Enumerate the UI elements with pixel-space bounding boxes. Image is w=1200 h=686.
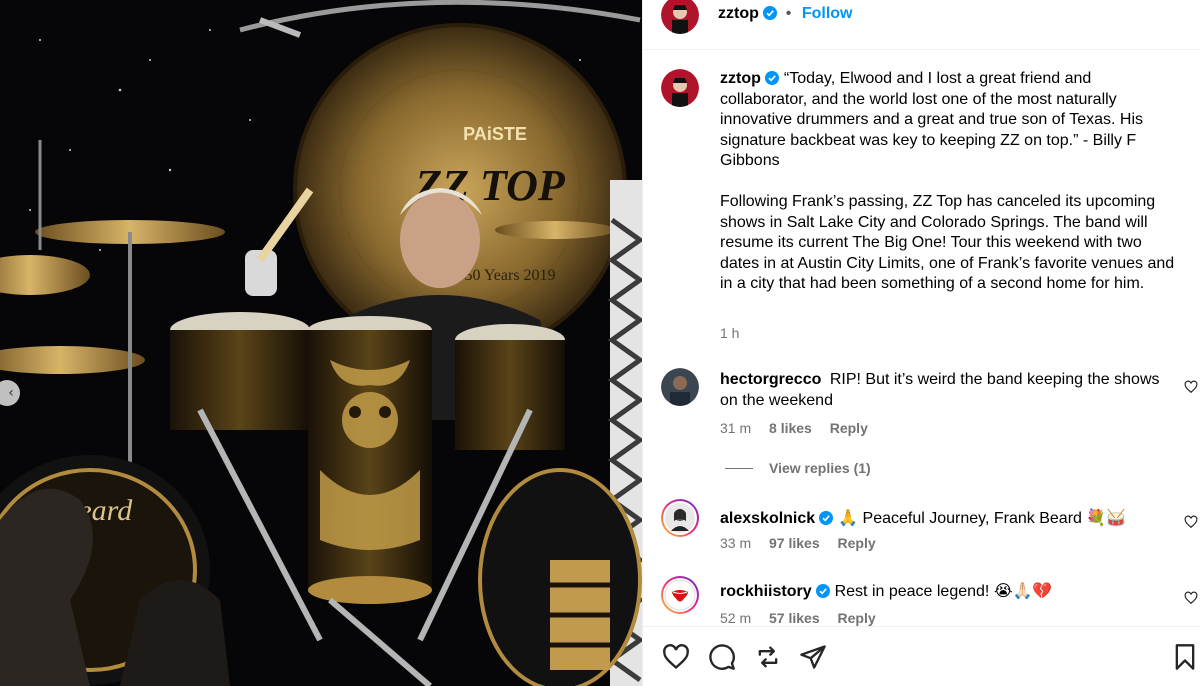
author-username[interactable]: zztop	[718, 5, 759, 22]
drummer-photo-illustration: PAiSTE ZZ TOP 50 Years 2019 Beard	[0, 0, 642, 686]
comments-scroll[interactable]: zztop “Today, Elwood and I lost a great f…	[643, 51, 1200, 626]
reply-button[interactable]: Reply	[838, 535, 876, 551]
commenter-avatar[interactable]	[661, 576, 699, 614]
verified-icon	[819, 511, 834, 525]
post-header: zztop • Follow	[643, 0, 1200, 50]
caption-username[interactable]: zztop	[720, 70, 761, 87]
post-photo: PAiSTE ZZ TOP 50 Years 2019 Beard ‹	[0, 0, 642, 686]
post-side-panel: zztop • Follow zztop “Today, Elwood and I…	[642, 0, 1200, 686]
comment-likes[interactable]: 57 likes	[769, 610, 820, 626]
commenter-avatar[interactable]	[661, 368, 699, 406]
share-icon[interactable]	[799, 643, 827, 671]
gong-brand-text: PAiSTE	[463, 124, 527, 144]
caption-paragraph-2: Following Frank’s passing, ZZ Top has ca…	[720, 193, 1175, 292]
view-replies-button[interactable]: View replies (1)	[725, 460, 871, 476]
bookmark-icon[interactable]	[1171, 643, 1199, 671]
verified-icon	[763, 6, 778, 20]
comment-like-icon[interactable]	[1184, 515, 1198, 529]
replies-line	[725, 468, 753, 469]
post-action-bar	[643, 626, 1200, 686]
gong-anniversary-text: 50 Years 2019	[464, 267, 555, 284]
chevron-left-icon: ‹	[8, 385, 14, 401]
caption-paragraph-1: “Today, Elwood and I lost a great friend…	[720, 70, 1144, 169]
reply-button[interactable]: Reply	[830, 420, 868, 436]
verified-icon	[764, 71, 779, 85]
heart-icon[interactable]	[662, 643, 690, 671]
comment-likes[interactable]: 8 likes	[769, 420, 812, 436]
comment-like-icon[interactable]	[1184, 591, 1198, 605]
comment-time: 31 m	[720, 420, 752, 436]
comment-time: 33 m	[720, 535, 752, 551]
comment-text: Rest in peace legend! 😭🙏🏻💔	[834, 583, 1053, 600]
comment-likes[interactable]: 97 likes	[769, 535, 820, 551]
reply-button[interactable]: Reply	[838, 610, 876, 626]
repost-icon[interactable]	[754, 643, 782, 671]
follow-button[interactable]: Follow	[802, 5, 853, 22]
comment-text: 🙏 Peaceful Journey, Frank Beard 💐🥁	[838, 510, 1127, 527]
comment-username[interactable]: alexskolnick	[720, 510, 815, 527]
caption-time: 1 h	[720, 325, 740, 341]
author-avatar[interactable]	[661, 0, 699, 34]
comment-time: 52 m	[720, 610, 752, 626]
comment-like-icon[interactable]	[1184, 380, 1198, 394]
author-avatar[interactable]	[661, 69, 699, 107]
comment-username[interactable]: rockhiistory	[720, 583, 812, 600]
view-replies-label: View replies (1)	[769, 460, 871, 476]
verified-icon	[815, 584, 830, 598]
comment-icon[interactable]	[708, 643, 736, 671]
separator-dot: •	[785, 5, 792, 22]
comment-username[interactable]: hectorgrecco	[720, 371, 821, 388]
commenter-avatar[interactable]	[661, 499, 699, 537]
